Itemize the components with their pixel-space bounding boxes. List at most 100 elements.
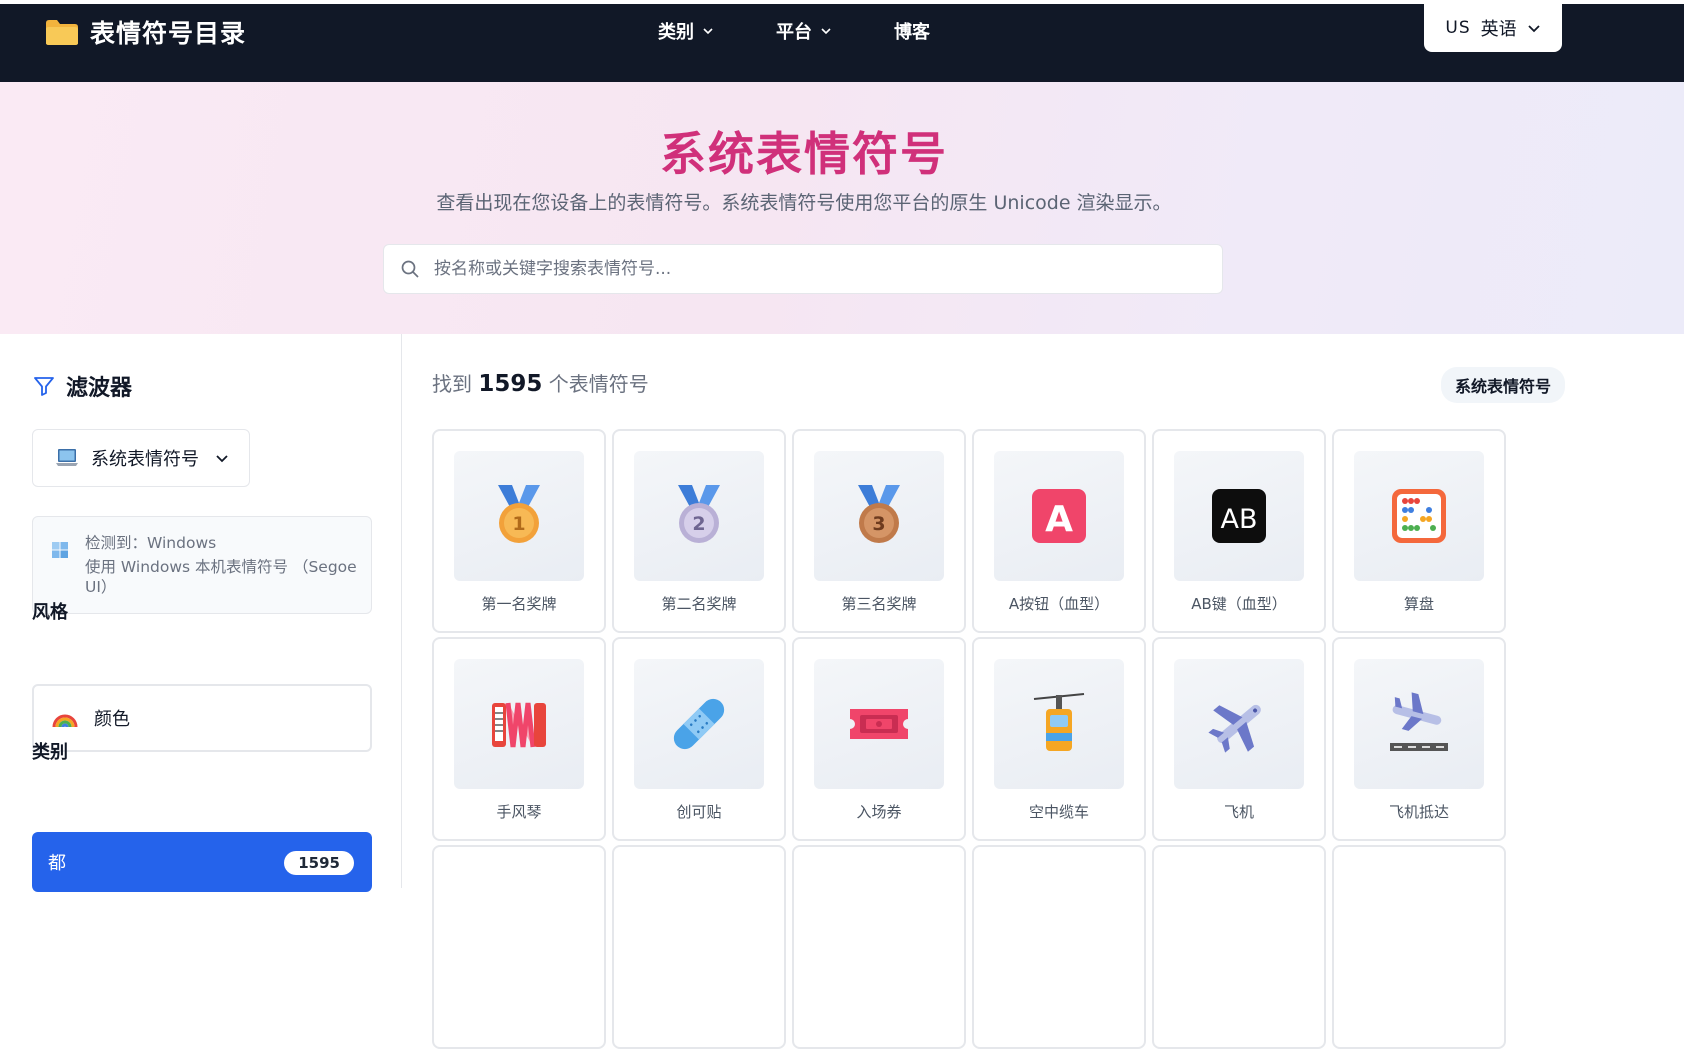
style-dropdown[interactable]: 颜色 [32,684,372,752]
emoji-tile: 3 [814,451,944,581]
svg-text:2: 2 [692,513,705,535]
chevron-down-icon [216,455,228,463]
emoji-tile [1354,659,1484,789]
a-button-icon: A [1032,489,1086,543]
aerial-tramway-icon [1033,693,1085,751]
page-subtitle: 查看出现在您设备上的表情符号。系统表情符号使用您平台的原生 Unicode 渲染… [436,192,1172,214]
emoji-name: AB键（血型） [1191,595,1287,613]
search-input[interactable] [434,259,1194,279]
menu-blog[interactable]: 博客 [894,18,930,44]
detected-font-text: 使用 Windows 本机表情符号 （Segoe UI） [85,558,357,596]
emoji-card[interactable]: 3 第三名奖牌 [792,429,966,633]
folder-icon [46,20,78,45]
emoji-name: 第三名奖牌 [841,595,917,613]
svg-text:A: A [1045,499,1073,540]
search-icon [401,260,419,278]
emoji-card[interactable]: 飞机抵达 [1332,637,1506,841]
laptop-icon [56,449,78,466]
emoji-name: 手风琴 [496,803,542,821]
us-flag-icon: US [1445,18,1471,38]
emoji-card[interactable]: 空中缆车 [972,637,1146,841]
emoji-card[interactable]: 1 第一名奖牌 [432,429,606,633]
platform-tag: 系统表情符号 [1441,367,1566,403]
emoji-tile: 1 [454,451,584,581]
emoji-name: 算盘 [1403,595,1434,613]
emoji-card[interactable]: AB AB键（血型） [1152,429,1326,633]
detected-platform-text: 检测到：Windows [85,534,217,552]
brand-title: 表情符号目录 [90,19,247,48]
windows-logo-icon [52,542,68,558]
chevron-down-icon [821,28,831,35]
emoji-card[interactable]: 飞机 [1152,637,1326,841]
search-bar[interactable] [383,244,1223,294]
page-title: 系统表情符号 [660,127,948,181]
menu-blog-label: 博客 [894,22,930,43]
accordion-icon [492,702,546,748]
emoji-tile [634,659,764,789]
airplane-arrival-icon [1390,692,1448,751]
emoji-tile: A [994,451,1124,581]
emoji-card[interactable] [612,845,786,1049]
emoji-name: 创可贴 [676,803,722,821]
ab-button-icon: AB [1212,489,1266,543]
brand[interactable]: 表情符号目录 [44,14,246,50]
admission-ticket-icon [850,709,908,739]
bronze-medal-icon: 3 [858,485,900,543]
main-menu: 类别 平台 博客 [658,18,992,44]
category-count-badge: 1595 [284,851,354,875]
gold-medal-icon: 1 [498,485,540,543]
emoji-card[interactable] [1152,845,1326,1049]
language-label: 英语 [1480,19,1517,40]
emoji-name: 飞机抵达 [1388,803,1449,821]
silver-medal-icon: 2 [678,485,720,543]
chevron-down-icon [703,28,713,35]
emoji-name: 飞机 [1223,803,1254,821]
emoji-card[interactable]: 入场券 [792,637,966,841]
results-suffix: 个表情符号 [548,372,649,396]
emoji-tile [814,659,944,789]
svg-text:3: 3 [872,513,885,535]
filter-title: 滤波器 [66,376,133,401]
emoji-name: 第二名奖牌 [661,595,737,613]
emoji-card[interactable] [792,845,966,1049]
results-count: 1595 [478,371,543,397]
svg-text:1: 1 [512,513,525,535]
category-all-label: 都 [48,853,66,874]
language-selector[interactable]: US 英语 [1424,4,1562,52]
svg-text:AB: AB [1221,504,1258,535]
emoji-card[interactable]: 创可贴 [612,637,786,841]
menu-platforms[interactable]: 平台 [776,18,832,44]
emoji-card[interactable]: 手风琴 [432,637,606,841]
category-all[interactable]: 都 1595 [32,832,372,892]
platform-dropdown-label: 系统表情符号 [91,449,199,470]
filter-header: 滤波器 [32,370,132,402]
menu-categories[interactable]: 类别 [658,18,714,44]
results-summary: 找到 1595 个表情符号 [432,368,649,397]
emoji-name: 入场券 [856,803,902,821]
results-area: 找到 1595 个表情符号 系统表情符号 1 第一名奖牌 2 第二名奖牌 3 第… [402,334,1684,1049]
hero-banner: 系统表情符号 查看出现在您设备上的表情符号。系统表情符号使用您平台的原生 Uni… [0,82,1684,334]
menu-categories-label: 类别 [658,22,694,43]
emoji-card[interactable]: A A按钮（血型） [972,429,1146,633]
airplane-icon [1208,704,1261,753]
category-section-label: 类别 [32,742,68,763]
emoji-card[interactable] [972,845,1146,1049]
emoji-tile [994,659,1124,789]
emoji-tile [1354,451,1484,581]
emoji-name: 第一名奖牌 [481,595,557,613]
filter-sidebar: 滤波器 系统表情符号 检测到：Windows 使用 Windows 本机表情符号… [0,334,402,892]
emoji-card[interactable] [432,845,606,1049]
emoji-tile [454,659,584,789]
emoji-tile: AB [1174,451,1304,581]
emoji-card[interactable]: 算盘 [1332,429,1506,633]
emoji-card[interactable] [1332,845,1506,1049]
rainbow-icon [52,714,78,728]
style-value: 颜色 [94,709,130,730]
top-navbar: 表情符号目录 类别 平台 博客 US 英语 [0,4,1684,82]
abacus-icon [1392,489,1446,543]
emoji-tile [1174,659,1304,789]
chevron-down-icon [1527,25,1540,33]
emoji-card[interactable]: 2 第二名奖牌 [612,429,786,633]
platform-dropdown[interactable]: 系统表情符号 [32,429,250,487]
menu-platforms-label: 平台 [776,22,812,43]
